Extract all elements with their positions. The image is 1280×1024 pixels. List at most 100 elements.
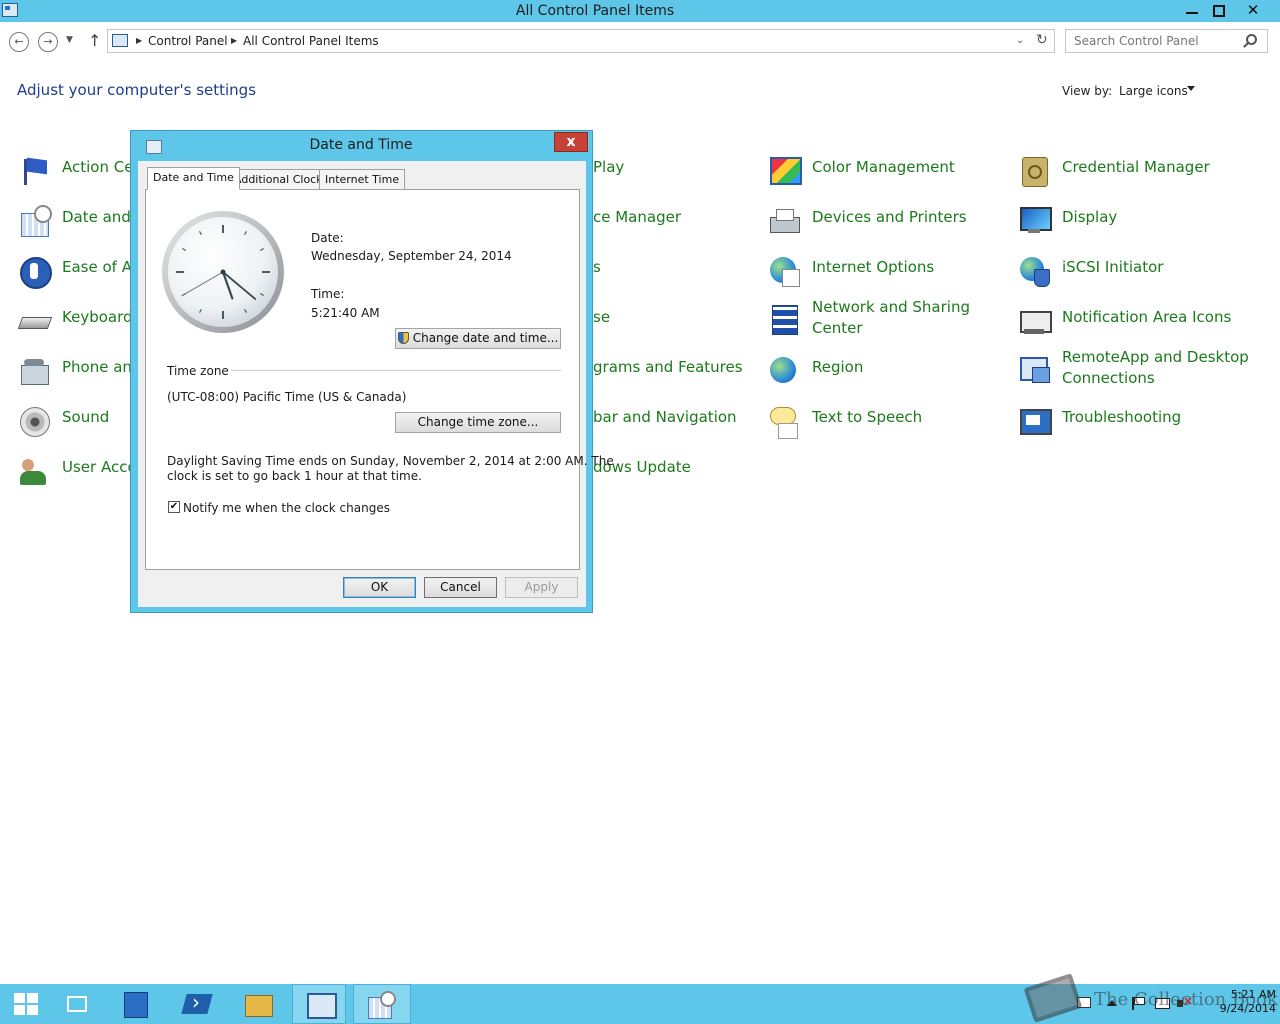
dst-info-line2: clock is set to go back 1 hour at that t… — [167, 469, 422, 483]
phone-icon — [18, 355, 50, 387]
item-label: User Acco — [62, 458, 137, 476]
watermark-text: The Collection Book — [1094, 989, 1278, 1010]
date-time-dialog[interactable]: Date and Time x Date and Time Additional… — [130, 130, 614, 613]
region-globe-icon — [768, 355, 800, 387]
control-panel-icon — [112, 34, 128, 47]
ease-of-access-icon — [18, 255, 52, 289]
item-remoteapp-connections[interactable]: RemoteApp and Desktop Connections — [1018, 345, 1258, 391]
item-network-and-sharing-center[interactable]: Network and Sharing Center — [768, 295, 1008, 341]
notify-label: Notify me when the clock changes — [183, 501, 390, 515]
date-label: Date: — [311, 231, 344, 245]
search-icon[interactable] — [1246, 34, 1257, 45]
notify-checkbox[interactable]: ✔ — [168, 501, 180, 513]
item-notification-area-icons[interactable]: Notification Area Icons — [1018, 305, 1258, 345]
remoteapp-icon — [1018, 353, 1050, 385]
item-devices-and-printers[interactable]: Devices and Printers — [768, 205, 1008, 245]
watermark: The Collection Book — [1023, 973, 1278, 1023]
item-region[interactable]: Region — [768, 355, 1008, 395]
chevron-down-icon[interactable] — [1187, 86, 1195, 91]
item-label: Credential Manager — [1062, 158, 1210, 176]
item-label: Internet Options — [812, 258, 935, 276]
item-label: Troubleshooting — [1062, 408, 1182, 426]
window-title: All Control Panel Items — [515, 3, 675, 19]
item-label: Network and Sharing Center — [812, 298, 970, 337]
iscsi-icon — [1018, 255, 1050, 287]
item-iscsi-initiator[interactable]: iSCSI Initiator — [1018, 255, 1258, 295]
item-label: Display — [1062, 208, 1118, 226]
globe-icon — [768, 255, 800, 287]
change-date-time-label: Change date and time... — [412, 331, 559, 345]
item-internet-options[interactable]: Internet Options — [768, 255, 1008, 295]
item-label: grams and Features — [593, 358, 743, 376]
breadcrumb-separator-icon[interactable]: ▶ — [136, 36, 142, 45]
taskbar-file-explorer[interactable] — [231, 984, 285, 1024]
taskbar-date-and-time[interactable] — [353, 984, 411, 1024]
item-text-to-speech[interactable]: Text to Speech — [768, 405, 1008, 445]
date-value: Wednesday, September 24, 2014 — [311, 249, 512, 263]
tab-date-and-time[interactable]: Date and Time — [147, 167, 240, 190]
vault-icon — [1018, 155, 1050, 187]
network-icon — [768, 303, 800, 335]
refresh-icon[interactable]: ↻ — [1036, 32, 1048, 48]
dialog-body: Date and Time Additional Clocks Internet… — [138, 161, 614, 607]
item-label: se — [593, 308, 611, 326]
tab-internet-time[interactable]: Internet Time — [319, 169, 406, 190]
change-date-time-button[interactable]: Change date and time... — [395, 328, 561, 349]
item-label: s — [593, 258, 601, 276]
item-label: Keyboard — [62, 308, 133, 326]
time-value: 5:21:40 AM — [311, 306, 380, 320]
calendar-clock-icon — [18, 205, 52, 237]
taskbar-server-manager[interactable] — [108, 984, 162, 1024]
keyboard-icon — [18, 305, 50, 337]
item-color-management[interactable]: Color Management — [768, 155, 1008, 195]
page-title: Adjust your computer's settings — [17, 81, 257, 99]
timezone-divider — [231, 370, 561, 371]
breadcrumb-separator-icon[interactable]: ▶ — [231, 36, 237, 45]
item-label: ce Manager — [593, 208, 681, 226]
item-credential-manager[interactable]: Credential Manager — [1018, 155, 1258, 195]
ok-button[interactable]: OK — [343, 577, 416, 598]
item-display[interactable]: Display — [1018, 205, 1258, 245]
item-label: Devices and Printers — [812, 208, 967, 226]
uac-shield-icon — [397, 332, 409, 344]
dst-info-line1: Daylight Saving Time ends on Sunday, Nov… — [167, 454, 614, 468]
timezone-heading: Time zone — [167, 364, 229, 378]
item-label: Sound — [62, 408, 110, 426]
address-dropdown-icon[interactable]: ⌄ — [1016, 35, 1024, 46]
breadcrumb-all-items[interactable]: All Control Panel Items — [243, 34, 379, 48]
close-button[interactable]: ✕ — [1238, 0, 1268, 20]
window-title-bar[interactable]: All Control Panel Items ✕ — [0, 0, 1280, 22]
task-view-button[interactable] — [50, 984, 104, 1024]
taskbar-control-panel[interactable] — [292, 984, 346, 1024]
up-button[interactable]: ↑ — [88, 31, 101, 50]
flag-icon — [18, 155, 50, 187]
maximize-button[interactable] — [1204, 0, 1234, 20]
breadcrumb-control-panel[interactable]: Control Panel — [148, 34, 228, 48]
back-button[interactable]: ← — [9, 32, 29, 52]
item-label: Date and — [62, 208, 131, 226]
change-time-zone-button[interactable]: Change time zone... — [395, 412, 561, 433]
forward-button[interactable]: → — [38, 32, 58, 52]
item-label: Region — [812, 358, 864, 376]
taskbar-powershell[interactable] — [170, 984, 224, 1024]
dialog-close-button[interactable]: x — [554, 132, 588, 152]
item-label: iSCSI Initiator — [1062, 258, 1164, 276]
view-by-select[interactable]: Large icons — [1119, 84, 1188, 98]
address-bar[interactable]: ▶ Control Panel ▶ All Control Panel Item… — [107, 29, 1055, 53]
item-label: Text to Speech — [812, 408, 923, 426]
search-input[interactable] — [1065, 29, 1268, 53]
printer-icon — [768, 205, 800, 237]
recent-locations-dropdown[interactable]: ▼ — [66, 35, 73, 45]
item-label: RemoteApp and Desktop Connections — [1062, 348, 1249, 387]
start-button[interactable] — [0, 984, 54, 1024]
item-troubleshooting[interactable]: Troubleshooting — [1018, 405, 1258, 445]
cancel-button[interactable]: Cancel — [424, 577, 497, 598]
time-label: Time: — [311, 287, 345, 301]
item-label: Action Ce — [62, 158, 134, 176]
analog-clock — [162, 211, 284, 333]
item-label: Ease of Ac — [62, 258, 140, 276]
apply-button[interactable]: Apply — [505, 577, 578, 598]
date-time-tab-panel: Date: Wednesday, September 24, 2014 Time… — [145, 189, 614, 570]
speech-icon — [768, 405, 800, 439]
speaker-icon — [18, 405, 50, 437]
